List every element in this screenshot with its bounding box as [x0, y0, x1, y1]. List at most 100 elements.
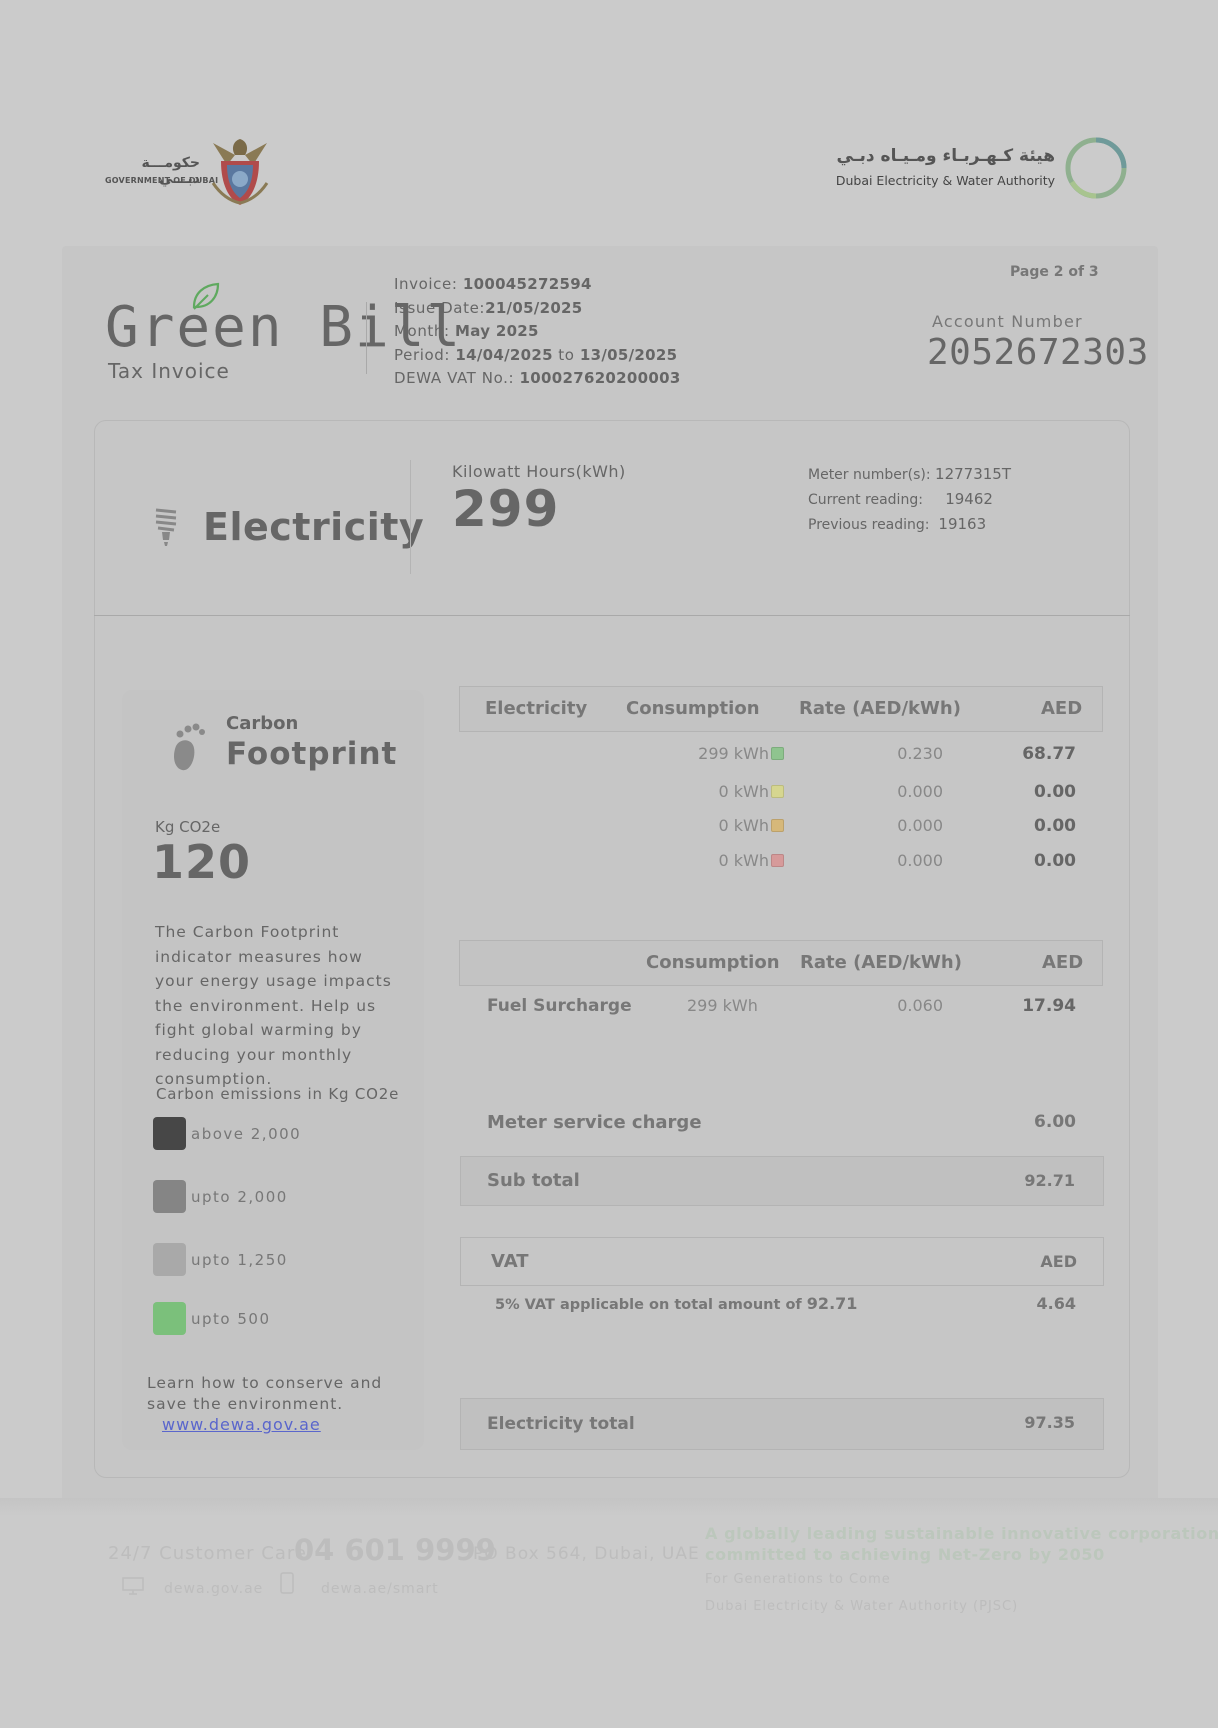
subtotal-row: Sub total 92.71	[460, 1156, 1104, 1206]
electricity-total-label: Electricity total	[487, 1414, 635, 1434]
account-number-label: Account Number	[932, 312, 1083, 331]
vat-label: VAT	[491, 1251, 529, 1272]
period-line: Period: 14/04/2025 to 13/05/2025	[394, 345, 678, 364]
row-rate: 0.000	[897, 816, 943, 835]
customer-care-phone: 04 601 9999	[294, 1533, 496, 1567]
col-rate: Rate (AED/kWh)	[800, 952, 962, 973]
fuel-aed: 17.94	[1022, 996, 1076, 1016]
legend-item-upto-2000: upto 2,000	[153, 1180, 413, 1214]
header-divider	[366, 302, 367, 374]
dewa-ring-icon	[1065, 137, 1127, 199]
slogan-line-1: A globally leading sustainable innovativ…	[705, 1524, 1218, 1543]
kg-co2e-label: Kg CO2e	[155, 818, 221, 836]
tier-dot	[771, 854, 784, 867]
page-number: Page 2 of 3	[1010, 264, 1099, 280]
tier-dot	[771, 785, 784, 798]
footprint-label: Footprint	[226, 736, 398, 772]
row-consumption: 0 kWh	[718, 851, 770, 870]
previous-reading-line: Previous reading: 19163	[808, 515, 987, 533]
subtotal-value: 92.71	[1024, 1171, 1075, 1190]
dewa-name-english: Dubai Electricity & Water Authority	[835, 173, 1055, 188]
fuel-surcharge-label: Fuel Surcharge	[487, 996, 632, 1016]
legend-label: above 2,000	[191, 1125, 302, 1143]
row-rate: 0.000	[897, 851, 943, 870]
kwh-label: Kilowatt Hours(kWh)	[452, 462, 626, 481]
tier-dot	[771, 747, 784, 760]
legend-swatch	[153, 1243, 186, 1276]
legend-label: upto 2,000	[191, 1188, 288, 1206]
tier-dot	[771, 819, 784, 832]
falcon-emblem-icon	[211, 139, 269, 205]
dewa-logo: هيئة كـهـربـاء ومـيـاه دبـي Dubai Electr…	[836, 132, 1130, 204]
invoice-line: Invoice: 100045272594	[394, 275, 592, 293]
vat-value: 4.64	[1036, 1294, 1076, 1313]
customer-care-label: 24/7 Customer Care	[108, 1543, 307, 1564]
subtotal-label: Sub total	[487, 1170, 580, 1191]
kg-co2e-value: 120	[152, 835, 252, 889]
emissions-legend-title: Carbon emissions in Kg CO2e	[156, 1085, 400, 1103]
issue-date-line: Issue Date:21/05/2025	[394, 298, 583, 317]
gov-name-english: GOVERNMENT OF DUBAI	[105, 176, 219, 185]
phone-icon	[280, 1572, 294, 1594]
table-row: 0 kWh 0.000 0.00	[459, 851, 1103, 881]
vat-currency: AED	[1040, 1252, 1077, 1271]
row-consumption: 0 kWh	[718, 816, 770, 835]
legend-item-upto-500: upto 500	[153, 1302, 413, 1336]
month-line: Month: May 2025	[394, 322, 539, 340]
fuel-table-header: Consumption Rate (AED/kWh) AED	[459, 940, 1103, 986]
footer-website: dewa.gov.ae	[164, 1581, 264, 1597]
col-electricity: Electricity	[485, 698, 588, 719]
monitor-icon	[122, 1577, 144, 1595]
invoice-details: Invoice: 100045272594 Issue Date:21/05/2…	[394, 273, 681, 391]
row-rate: 0.000	[897, 782, 943, 801]
vat-description: 5% VAT applicable on total amount of 92.…	[495, 1294, 858, 1313]
fuel-rate: 0.060	[897, 996, 943, 1015]
col-rate: Rate (AED/kWh)	[799, 698, 961, 719]
row-consumption: 299 kWh	[698, 744, 769, 763]
table-row: 0 kWh 0.000 0.00	[459, 816, 1103, 846]
electricity-separator	[94, 615, 1130, 616]
footer-app: dewa.ae/smart	[321, 1581, 439, 1597]
kwh-value: 299	[452, 480, 560, 538]
row-rate: 0.230	[897, 744, 943, 763]
row-aed: 0.00	[1034, 782, 1076, 802]
company-name: Dubai Electricity & Water Authority (PJS…	[705, 1599, 1019, 1614]
table-row: 0 kWh 0.000 0.00	[459, 782, 1103, 812]
carbon-description: The Carbon Footprint indicator measures …	[155, 923, 392, 1088]
vat-header: VAT AED	[460, 1237, 1104, 1286]
legend-item-upto-1250: upto 1,250	[153, 1243, 413, 1277]
electricity-divider	[410, 460, 411, 574]
legend-label: upto 1,250	[191, 1251, 288, 1269]
consumption-table-header: Electricity Consumption Rate (AED/kWh) A…	[459, 686, 1103, 732]
fuel-surcharge-row: Fuel Surcharge 299 kWh 0.060 17.94	[459, 996, 1103, 1026]
footprint-icon	[174, 723, 205, 771]
dewa-website-link[interactable]: www.dewa.gov.ae	[162, 1415, 321, 1434]
row-aed: 0.00	[1034, 816, 1076, 836]
col-consumption: Consumption	[626, 698, 760, 719]
legend-swatch	[153, 1180, 186, 1213]
account-number: 2052672303	[927, 332, 1149, 373]
vat-number-line: DEWA VAT No.: 100027620200003	[394, 369, 681, 387]
electricity-total-value: 97.35	[1024, 1413, 1075, 1432]
electricity-title: Electricity	[203, 505, 425, 549]
current-reading-line: Current reading: 19462	[808, 490, 993, 508]
tagline: For Generations to Come	[705, 1572, 891, 1587]
col-consumption: Consumption	[646, 952, 780, 973]
table-row: 299 kWh 0.230 68.77	[459, 744, 1103, 774]
government-of-dubai-logo: حكومـــة دبـــي GOVERNMENT OF DUBAI	[105, 135, 275, 207]
slogan-line-2: committed to achieving Net-Zero by 2050	[705, 1545, 1105, 1564]
row-aed: 68.77	[1022, 744, 1076, 764]
meter-service-row: Meter service charge 6.00	[459, 1112, 1103, 1142]
col-aed: AED	[1041, 698, 1083, 719]
electricity-total-row: Electricity total 97.35	[460, 1398, 1104, 1450]
light-bulb-icon	[155, 508, 177, 546]
po-box: PO Box 564, Dubai, UAE	[473, 1544, 700, 1564]
conserve-text: Learn how to conserve and save the envir…	[147, 1374, 383, 1413]
legend-swatch	[153, 1117, 186, 1150]
legend-swatch	[153, 1302, 186, 1335]
meter-service-label: Meter service charge	[487, 1112, 702, 1133]
meter-details: Meter number(s): 1277315T Current readin…	[808, 462, 1011, 537]
carbon-label: Carbon	[226, 713, 299, 734]
meter-service-value: 6.00	[1034, 1112, 1076, 1132]
legend-label: upto 500	[191, 1310, 271, 1328]
